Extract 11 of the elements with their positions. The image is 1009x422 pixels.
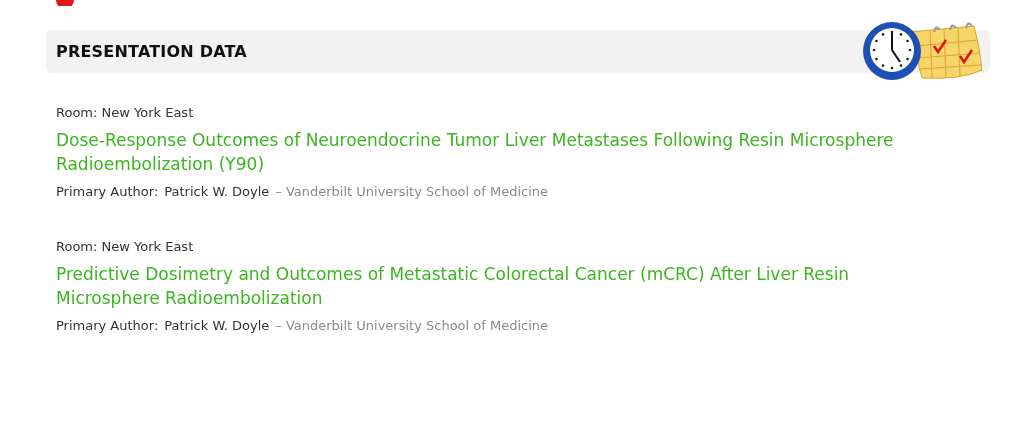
author-label: Primary Author: — [56, 184, 159, 199]
section-title: PRESENTATION DATA — [56, 42, 247, 61]
room-label: Room: New York East — [56, 105, 195, 120]
presentation-title-link[interactable]: Dose-Response Outcomes of Neuroendocrine Tumor Liver Metastases Following Resin Microsphere Radioembolization (Y90) — [56, 128, 956, 176]
author-label: Primary Author: — [56, 318, 159, 333]
presentation-title-link[interactable]: Predictive Dosimetry and Outcomes of Metastatic Colorectal Cancer (mCRC) After Liver Resin Microsphere Radioembolization — [56, 262, 956, 310]
room-label: Room: New York East — [56, 239, 195, 254]
author-affiliation: – Vanderbilt University School of Medicine — [275, 184, 549, 199]
author-name: Patrick W. Doyle — [164, 318, 270, 333]
author-affiliation: – Vanderbilt University School of Medicine — [275, 318, 549, 333]
author-name: Patrick W. Doyle — [164, 184, 270, 199]
